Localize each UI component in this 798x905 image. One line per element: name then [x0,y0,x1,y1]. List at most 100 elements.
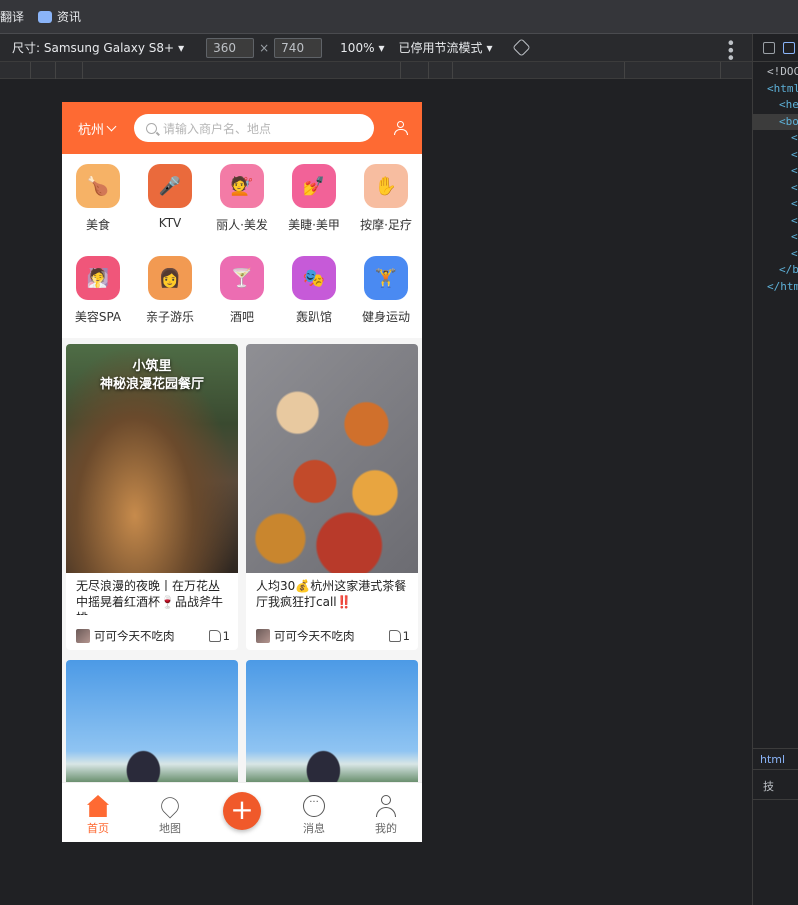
dom-line[interactable]: </htm [753,279,798,296]
dom-line[interactable]: < [753,229,798,246]
post-card[interactable]: 小筑里 神秘浪漫花园餐厅 无尽浪漫的夜晚丨在万花丛中摇晃着红酒杯🍷品战斧牛排 可… [66,344,238,650]
category-label: 健身运动 [361,310,410,324]
tab-map[interactable]: 地图 [134,783,206,842]
city-label: 杭州 [78,122,105,138]
avatar[interactable] [76,629,90,643]
dom-line[interactable]: </b [753,262,798,279]
width-input[interactable] [206,37,255,58]
dom-line[interactable]: <he [753,97,798,114]
zoom-select[interactable]: 100% ▾ [340,41,384,55]
post-image [66,660,238,790]
app-header: 杭州 请输入商户名、地点 [62,102,422,154]
category-fitness[interactable]: 🏋 健身运动 [350,246,422,338]
category-label: 美容SPA [74,310,122,324]
category-grid: 🍗 美食 🎤 KTV 💇 丽人·美发 💅 美睫·美甲 ✋ 按摩·足疗 🧖 美容SPA 👩 亲子… [62,154,422,338]
post-image [246,660,418,790]
category-hair[interactable]: 💇 丽人·美发 [206,154,278,246]
bookmark-label: 翻译 [0,10,25,24]
dom-line[interactable]: < [753,180,798,197]
tab-label: 地图 [159,822,181,835]
bookmarks-bar: 翻译 资讯 [0,0,798,34]
person-icon [375,795,397,817]
more-options-icon[interactable]: ••• [721,38,740,60]
city-selector[interactable]: 杭州 [78,119,134,138]
post-footer: 可可今天不吃肉 1 [256,628,410,644]
post-feed: 小筑里 神秘浪漫花园餐厅 无尽浪漫的夜晚丨在万花丛中摇晃着红酒杯🍷品战斧牛排 可… [62,344,422,790]
device-toggle-icon[interactable] [783,41,795,54]
category-massage[interactable]: ✋ 按摩·足疗 [350,154,422,246]
search-box[interactable]: 请输入商户名、地点 [134,114,374,142]
phone-viewport: 杭州 请输入商户名、地点 🍗 美食 🎤 KTV 💇 丽人·美发 💅 美睫·美甲 ✋ 按摩·… [62,102,422,842]
tab-messages[interactable]: ··· 消息 [278,783,350,842]
media-query-ruler [0,62,752,79]
category-label: 按摩·足疗 [360,218,412,232]
category-label: 美睫·美甲 [288,218,340,232]
category-bar[interactable]: 🍸 酒吧 [206,246,278,338]
inspect-icon[interactable] [763,41,775,54]
search-icon [146,122,157,134]
height-input[interactable] [274,37,323,58]
zoom-label: 100% [340,40,375,55]
device-label: 尺寸: Samsung Galaxy S8+ [12,41,175,55]
dom-line[interactable]: < [753,246,798,263]
category-label: 亲子游乐 [145,310,194,324]
category-family[interactable]: 👩 亲子游乐 [134,246,206,338]
caret-down-icon: ▾ [486,40,493,55]
like-button[interactable]: 1 [388,629,410,643]
thumbs-up-icon [208,630,221,642]
dom-line[interactable]: <bo [753,113,798,130]
bookmark-translate[interactable]: 翻译 [0,8,24,25]
avatar[interactable] [256,629,270,643]
dom-tree: <!DOC <html <he <bo < < < < < < < < </b … [753,62,798,295]
category-spa[interactable]: 🧖 美容SPA [62,246,134,338]
bottom-tabbar: 首页 地图 + ··· 消息 我的 [62,782,422,842]
category-food[interactable]: 🍗 美食 [62,154,134,246]
dumbbell-icon: 🏋 [364,256,408,300]
device-select[interactable]: 尺寸: Samsung Galaxy S8+ ▾ [12,39,184,56]
thumbs-up-icon [388,630,401,642]
category-label: 轰趴馆 [295,310,332,324]
category-label: KTV [158,216,182,230]
microphone-icon: 🎤 [148,164,192,208]
post-image: 小筑里 神秘浪漫花园餐厅 [66,344,238,573]
category-party[interactable]: 🎭 轰趴馆 [278,246,350,338]
food-icon: 🍗 [76,164,120,208]
dom-line[interactable]: <html [753,81,798,98]
category-label: 酒吧 [229,310,254,324]
search-placeholder: 请输入商户名、地点 [163,121,272,136]
times-sign: × [259,40,270,55]
dom-line[interactable]: < [753,163,798,180]
post-card[interactable] [246,660,418,790]
post-card[interactable] [66,660,238,790]
devtools-subtoolbar[interactable]: 技 [753,772,798,800]
rotate-icon[interactable] [511,38,531,57]
post-card[interactable]: 人均30💰杭州这家港式茶餐厅我疯狂打call‼️ 可可今天不吃肉 1 [246,344,418,650]
dom-line[interactable]: < [753,130,798,147]
throttle-select[interactable]: 已停用节流模式 ▾ [399,39,493,56]
hand-icon: ✋ [364,164,408,208]
map-pin-icon [157,793,183,819]
category-nails[interactable]: 💅 美睫·美甲 [278,154,350,246]
tab-home[interactable]: 首页 [62,783,134,842]
author-name: 可可今天不吃肉 [274,629,355,643]
chevron-down-icon [106,121,117,131]
plus-icon[interactable]: + [223,792,261,830]
caret-down-icon: ▾ [178,40,185,55]
author-name: 可可今天不吃肉 [94,629,175,643]
post-image-caption: 小筑里 神秘浪漫花园餐厅 [99,359,204,392]
bookmark-news[interactable]: 资讯 [38,8,81,25]
throttle-label: 已停用节流模式 [398,41,483,55]
like-button[interactable]: 1 [208,629,230,643]
dom-line[interactable]: <!DOC [753,64,798,81]
dom-line[interactable]: < [753,196,798,213]
tab-label: 消息 [303,822,325,835]
category-ktv[interactable]: 🎤 KTV [134,154,206,246]
dom-line[interactable]: < [753,147,798,164]
dom-line[interactable]: < [753,213,798,230]
devtools-breadcrumb[interactable]: html [753,748,798,770]
tab-profile[interactable]: 我的 [350,783,422,842]
chat-icon: ··· [303,795,325,817]
user-icon[interactable] [394,121,408,135]
bookmark-label: 资讯 [57,10,82,24]
tab-publish[interactable]: + [206,783,278,842]
